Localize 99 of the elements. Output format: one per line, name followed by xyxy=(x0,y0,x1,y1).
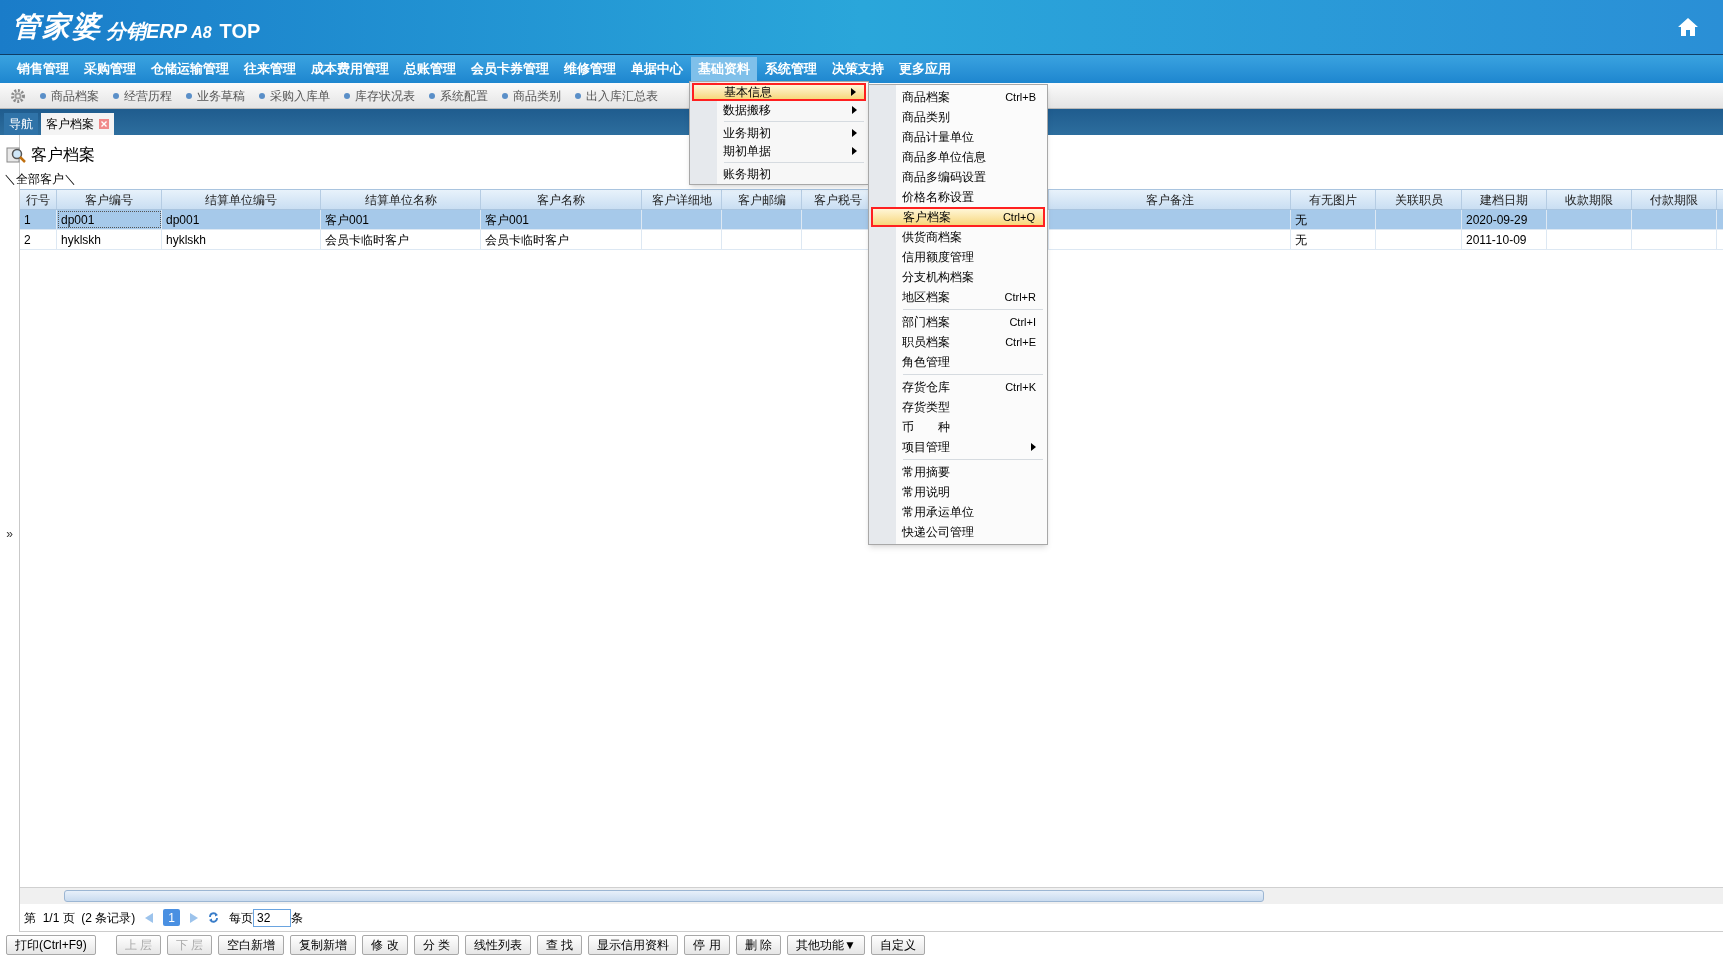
toolbar-button[interactable]: 查 找 xyxy=(537,935,583,955)
quick-link[interactable]: 商品类别 xyxy=(502,86,561,105)
quick-link[interactable]: 系统配置 xyxy=(429,86,488,105)
expand-toggle[interactable]: » xyxy=(6,524,13,543)
menu-item[interactable]: 商品档案 Ctrl+B xyxy=(871,87,1045,107)
menu-item[interactable]: 常用说明 xyxy=(871,482,1045,502)
table-cell: 客户001 xyxy=(321,210,481,229)
table-cell: 1 xyxy=(20,210,57,229)
table-cell: 会员卡临时客户 xyxy=(321,230,481,249)
column-header[interactable]: 结算单位名称 xyxy=(321,190,481,209)
menu-item[interactable]: 信用额度管理 xyxy=(871,247,1045,267)
column-header[interactable]: 收款期限 xyxy=(1547,190,1632,209)
toolbar-button[interactable]: 空白新增 xyxy=(218,935,285,955)
menu-item[interactable]: 商品类别 xyxy=(871,107,1045,127)
menu-item[interactable]: 快递公司管理 xyxy=(871,522,1045,542)
menu-item[interactable]: 部门档案 Ctrl+I xyxy=(871,312,1045,332)
menu-item[interactable]: 角色管理 xyxy=(871,352,1045,372)
column-header[interactable]: 客户编号 xyxy=(57,190,162,209)
page-title: 客户档案 xyxy=(31,145,95,165)
close-icon[interactable] xyxy=(99,119,109,129)
table-cell: 2 xyxy=(20,230,57,249)
column-header[interactable]: 有无图片 xyxy=(1291,190,1376,209)
menu-item[interactable]: 业务期初 xyxy=(692,124,866,142)
toolbar-button[interactable]: 修 改 xyxy=(362,935,408,955)
submenu-arrow-icon xyxy=(852,147,857,155)
table-cell: 无 xyxy=(1291,230,1376,249)
menu-item[interactable]: 客户档案 Ctrl+Q xyxy=(871,207,1045,227)
per-page-unit: 条 xyxy=(291,909,304,927)
table-cell: dp001 xyxy=(57,210,162,229)
menu-item[interactable]: 存货仓库 Ctrl+K xyxy=(871,377,1045,397)
toolbar-button[interactable]: 显示信用资料 xyxy=(588,935,679,955)
toolbar-button[interactable]: 复制新增 xyxy=(290,935,357,955)
submenu-arrow-icon xyxy=(1031,443,1036,451)
table-cell: 2011-10-09 xyxy=(1462,230,1547,249)
table-cell: hyklskh xyxy=(57,230,162,249)
logo-title: 管家婆 xyxy=(12,13,102,41)
toolbar-button[interactable]: 删 除 xyxy=(735,935,782,955)
gear-icon[interactable] xyxy=(10,87,26,104)
submenu-arrow-icon xyxy=(852,106,857,114)
quick-link[interactable]: 商品档案 xyxy=(40,86,99,105)
menu-item[interactable]: 商品多单位信息 xyxy=(871,147,1045,167)
toolbar-button[interactable]: 其他功能▼ xyxy=(787,935,865,955)
toolbar-button[interactable]: 打印(Ctrl+F9) xyxy=(6,935,96,955)
per-page-label: 每页 xyxy=(229,909,254,927)
menu-item[interactable]: 账务期初 xyxy=(692,165,866,183)
column-header[interactable]: 客户详细地 xyxy=(642,190,722,209)
menu-item[interactable]: 基本信息 xyxy=(692,83,866,101)
toolbar-button[interactable]: 自定义 xyxy=(870,935,925,955)
previous-page-icon[interactable] xyxy=(145,912,154,923)
quick-link[interactable]: 经营历程 xyxy=(113,86,172,105)
column-header[interactable]: 关联职员 xyxy=(1376,190,1462,209)
menu-item[interactable]: 项目管理 xyxy=(871,437,1045,457)
table-cell: 客户001 xyxy=(481,210,642,229)
toolbar-button[interactable]: 分 类 xyxy=(413,935,460,955)
menu-item[interactable]: 分支机构档案 xyxy=(871,267,1045,287)
menu-item[interactable]: 常用承运单位 xyxy=(871,502,1045,522)
menu-item[interactable]: 地区档案 Ctrl+R xyxy=(871,287,1045,307)
next-page-icon[interactable] xyxy=(190,912,199,923)
menu-item[interactable]: 商品计量单位 xyxy=(871,127,1045,147)
table-cell: dp001 xyxy=(162,210,321,229)
search-icon xyxy=(6,146,26,164)
table-cell: hyklskh xyxy=(162,230,321,249)
menu-item[interactable]: 数据搬移 xyxy=(692,101,866,119)
column-header[interactable]: 建档日期 xyxy=(1462,190,1547,209)
logo-version: A8 xyxy=(191,25,212,41)
logo-subtitle: 分销ERP xyxy=(106,21,188,41)
per-page-field[interactable]: 32 xyxy=(253,908,292,927)
submenu-arrow-icon xyxy=(851,88,856,96)
refresh-icon[interactable] xyxy=(208,912,220,923)
menu-item[interactable]: 供货商档案 xyxy=(871,227,1045,247)
column-header[interactable]: 结算单位编号 xyxy=(162,190,321,209)
menu-item[interactable]: 存货类型 xyxy=(871,397,1045,417)
table-cell: 会员卡临时客户 xyxy=(481,230,642,249)
table-cell: 2020-09-29 xyxy=(1462,210,1547,229)
column-header[interactable]: 客户备注 xyxy=(1049,190,1291,209)
column-header[interactable]: 付款期限 xyxy=(1632,190,1717,209)
logo-edition: TOP xyxy=(219,21,261,41)
column-header[interactable]: 行号 xyxy=(20,190,57,209)
menu-item[interactable]: 常用摘要 xyxy=(871,462,1045,482)
quick-link[interactable]: 业务草稿 xyxy=(186,86,245,105)
column-header[interactable]: 客户名称 xyxy=(481,190,642,209)
breadcrumb[interactable]: ＼全部客户＼ xyxy=(4,170,76,188)
menu-item[interactable]: 期初单据 xyxy=(692,142,866,160)
home-icon[interactable] xyxy=(1677,17,1699,37)
tab[interactable]: 导航 xyxy=(4,113,38,135)
toolbar-button[interactable]: 停 用 xyxy=(684,935,730,955)
menu-item[interactable]: 职员档案 Ctrl+E xyxy=(871,332,1045,352)
menu-item[interactable]: 商品多编码设置 xyxy=(871,167,1045,187)
menu-item[interactable]: 币 种 xyxy=(871,417,1045,437)
quick-link[interactable]: 采购入库单 xyxy=(259,86,330,105)
table-cell: 无 xyxy=(1291,210,1376,229)
quick-link[interactable]: 库存状况表 xyxy=(344,86,415,105)
page-summary: 第 1/1 页 (2 条记录) xyxy=(24,909,136,927)
toolbar-button[interactable]: 线性列表 xyxy=(465,935,532,955)
quick-link[interactable]: 出入库汇总表 xyxy=(575,86,658,105)
column-header[interactable]: 客户邮编 xyxy=(722,190,802,209)
tab[interactable]: 客户档案 xyxy=(41,113,114,135)
submenu-arrow-icon xyxy=(852,129,857,137)
horizontal-scrollbar[interactable] xyxy=(20,887,1723,904)
